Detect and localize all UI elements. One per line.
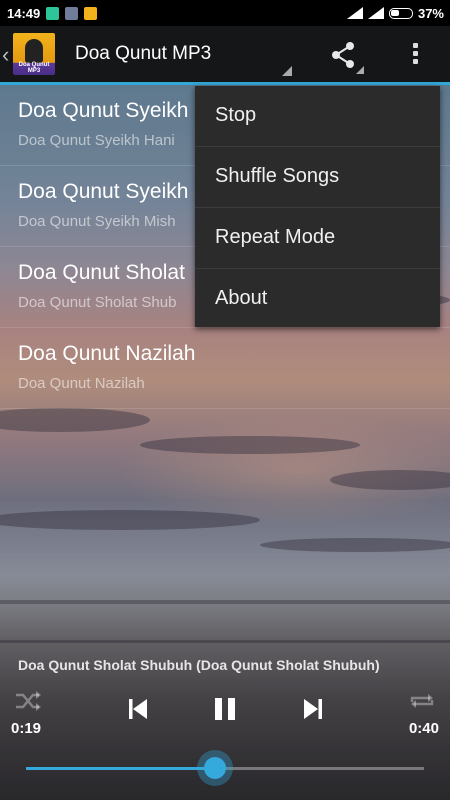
back-chevron-icon[interactable]: ‹	[2, 42, 9, 68]
list-item[interactable]: Doa Qunut Nazilah Doa Qunut Nazilah	[0, 328, 450, 409]
seek-bar[interactable]	[26, 757, 424, 779]
logo-caption: Doa Qunut MP3	[18, 62, 50, 74]
menu-item-label: About	[215, 287, 268, 309]
menu-item-label: Shuffle Songs	[215, 165, 340, 187]
track-subtitle: Doa Qunut Nazilah	[18, 375, 145, 392]
track-subtitle: Doa Qunut Sholat Shub	[18, 294, 177, 311]
menu-item-repeat-mode[interactable]: Repeat Mode	[195, 208, 440, 269]
status-right: 37%	[346, 0, 444, 26]
action-bar: ‹ Doa Qunut MP3 Doa Qunut MP3	[0, 26, 450, 85]
track-title: Doa Qunut Nazilah	[18, 342, 196, 365]
android-notification-icon	[65, 6, 79, 20]
battery-icon	[388, 7, 413, 19]
next-track-icon[interactable]	[303, 698, 323, 720]
elapsed-time: 0:19	[11, 720, 42, 737]
battery-percent: 37%	[417, 5, 444, 21]
track-subtitle: Doa Qunut Syeikh Mish	[18, 213, 176, 230]
shield-notification-icon	[46, 6, 60, 20]
seek-progress	[26, 767, 216, 770]
share-indicator-icon	[356, 66, 364, 74]
track-subtitle: Doa Qunut Syeikh Hani	[18, 132, 175, 149]
app-notification-icon	[84, 6, 98, 20]
spinner-indicator-icon	[282, 66, 292, 76]
shuffle-icon[interactable]	[14, 690, 42, 712]
menu-item-label: Repeat Mode	[215, 226, 336, 248]
track-title: Doa Qunut Syeikh	[18, 99, 189, 122]
app-logo[interactable]: Doa Qunut MP3	[13, 33, 55, 75]
overflow-popup-menu: Stop Shuffle Songs Repeat Mode About	[195, 86, 440, 327]
status-bar: 14:49 37%	[0, 0, 450, 26]
share-icon[interactable]	[328, 40, 358, 70]
app-title: Doa Qunut MP3	[75, 43, 212, 64]
total-duration: 0:40	[408, 720, 439, 737]
repeat-icon[interactable]	[408, 690, 436, 712]
previous-track-icon[interactable]	[128, 698, 148, 720]
track-title: Doa Qunut Syeikh	[18, 180, 189, 203]
now-playing-title: Doa Qunut Sholat Shubuh (Doa Qunut Shola…	[18, 657, 380, 673]
menu-item-stop[interactable]: Stop	[195, 86, 440, 147]
figure-icon	[25, 39, 43, 63]
track-title: Doa Qunut Sholat	[18, 261, 185, 284]
status-time: 14:49	[7, 5, 41, 21]
seek-thumb[interactable]	[204, 757, 227, 779]
signal-icon	[346, 7, 363, 19]
menu-item-about[interactable]: About	[195, 269, 440, 329]
pause-icon[interactable]	[214, 697, 236, 721]
menu-item-shuffle-songs[interactable]: Shuffle Songs	[195, 147, 440, 208]
signal-icon	[367, 7, 384, 19]
menu-item-label: Stop	[215, 104, 257, 126]
overflow-menu-icon[interactable]	[408, 40, 422, 70]
